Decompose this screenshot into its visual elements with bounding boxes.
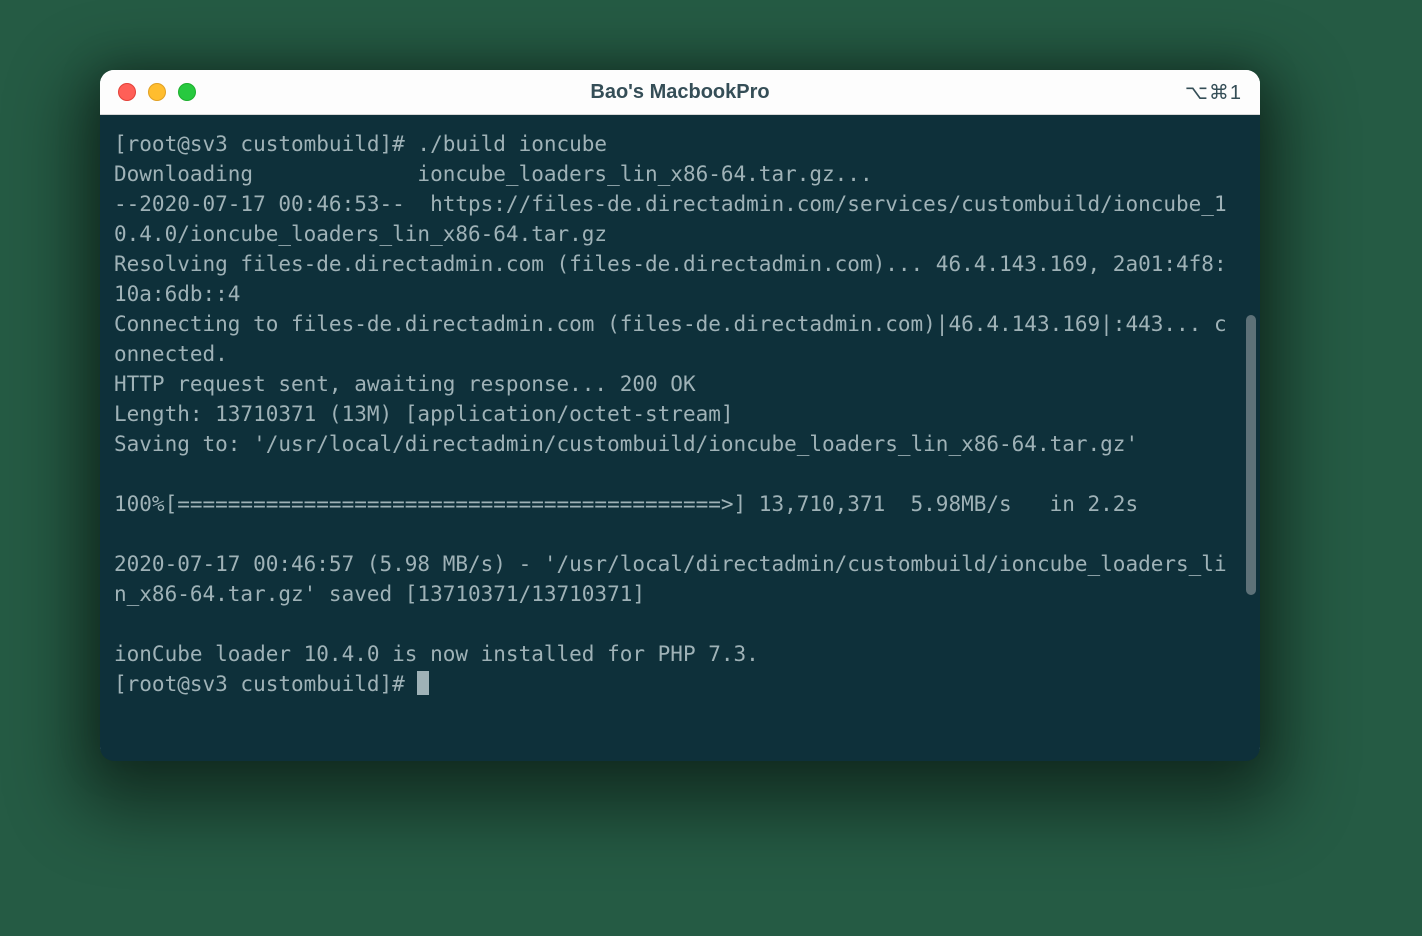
terminal-window: Bao's MacbookPro ⌥⌘1 [root@sv3 custombui… (100, 70, 1260, 760)
titlebar[interactable]: Bao's MacbookPro ⌥⌘1 (100, 70, 1260, 115)
window-title: Bao's MacbookPro (100, 81, 1260, 104)
minimize-icon[interactable] (148, 83, 166, 101)
close-icon[interactable] (118, 83, 136, 101)
scrollbar-thumb[interactable] (1246, 315, 1256, 595)
terminal-body[interactable]: [root@sv3 custombuild]# ./build ioncube … (100, 115, 1260, 761)
traffic-lights (118, 83, 196, 101)
cursor (417, 671, 429, 695)
maximize-icon[interactable] (178, 83, 196, 101)
terminal-output: [root@sv3 custombuild]# ./build ioncube … (114, 129, 1252, 699)
window-shortcut: ⌥⌘1 (1185, 80, 1242, 105)
